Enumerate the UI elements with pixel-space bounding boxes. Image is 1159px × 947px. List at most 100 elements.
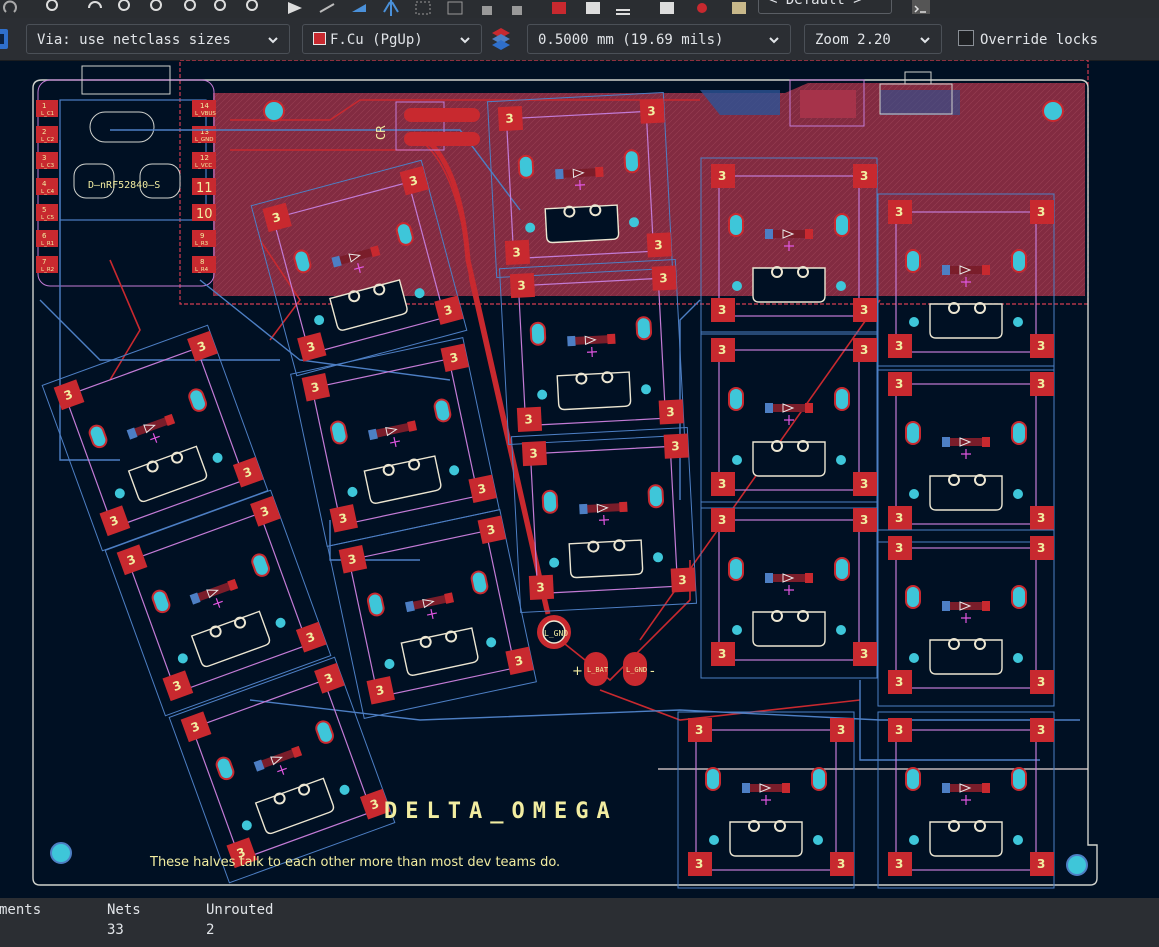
switch-pad-label: 3 xyxy=(718,303,726,317)
switch-pad-label: 3 xyxy=(895,205,903,219)
batt-neg-net: L_GND xyxy=(626,666,647,674)
lock-icon[interactable] xyxy=(478,0,496,16)
diode-pad xyxy=(555,168,564,180)
ungroup-icon[interactable] xyxy=(446,0,464,16)
layer-color-swatch xyxy=(313,32,326,45)
header-pin: 11 xyxy=(192,178,216,196)
key-switch[interactable]: 3333 xyxy=(510,426,698,614)
led-slot xyxy=(1011,421,1027,445)
key-switch[interactable]: 3333 xyxy=(877,711,1055,889)
key-switch[interactable]: 3333 xyxy=(677,711,855,889)
stabilizer-hole xyxy=(347,486,358,497)
board-tagline: These halves talk to each other more tha… xyxy=(149,855,560,870)
inspect-clearance-icon[interactable] xyxy=(584,0,602,16)
led-slot xyxy=(433,398,452,423)
track-width-value: 0.5000 mm (19.69 mils) xyxy=(538,32,724,48)
key-switch[interactable]: 3333 xyxy=(877,529,1055,707)
switch-pad-label: 3 xyxy=(1037,723,1045,737)
stabilizer-hole xyxy=(732,625,742,635)
pin-number: 13 xyxy=(200,128,209,136)
pin-number: 9 xyxy=(200,232,204,240)
list-icon[interactable] xyxy=(658,0,676,16)
key-switch[interactable]: 3333 xyxy=(700,331,878,509)
key-switch[interactable]: 3333 xyxy=(168,656,396,884)
diode-pad xyxy=(942,265,950,275)
led-slot xyxy=(517,154,535,179)
stabilizer-hole xyxy=(177,653,188,664)
pin-net-label: L_R1 xyxy=(41,241,54,247)
unrouted-header: Unrouted xyxy=(206,902,274,918)
key-switch[interactable]: 3333 xyxy=(41,324,269,552)
diode xyxy=(946,602,986,610)
pcb-view[interactable]: D—nRF52840—S 1L_C12L_C23L_C34L_C45L_C56L… xyxy=(0,59,1159,898)
zoom-in-icon[interactable] xyxy=(116,0,134,16)
switch-pad-label: 3 xyxy=(1037,511,1045,525)
undo-icon[interactable] xyxy=(2,0,20,16)
battery-pads[interactable]: + - L_BAT L_GND xyxy=(572,652,655,686)
pin-net-label: L_C4 xyxy=(41,189,55,195)
stabilizer-hole xyxy=(314,315,325,326)
pin-number: 4 xyxy=(42,180,47,188)
led-slot xyxy=(315,720,334,744)
search-icon[interactable] xyxy=(44,0,62,16)
diode xyxy=(409,594,450,611)
zoom-fit-icon[interactable] xyxy=(182,0,200,16)
switch-pad-label: 3 xyxy=(860,647,868,661)
group-icon[interactable] xyxy=(414,0,432,16)
gnd-pad[interactable]: L_GND xyxy=(537,615,571,649)
mounting-hole xyxy=(1066,854,1088,876)
zoom-out-icon[interactable] xyxy=(148,0,166,16)
zoom-objects-icon[interactable] xyxy=(212,0,230,16)
layer-stack-icon[interactable] xyxy=(490,26,512,52)
switch-pad-label: 3 xyxy=(678,573,687,587)
refresh-icon[interactable] xyxy=(86,0,104,16)
switch-pad-label: 3 xyxy=(895,675,903,689)
mirror-icon[interactable] xyxy=(382,0,400,16)
drc-icon[interactable] xyxy=(550,0,568,16)
zoom-selection-icon[interactable] xyxy=(244,0,262,16)
key-switch[interactable]: 3333 xyxy=(700,501,878,679)
pin-number: 11 xyxy=(196,181,213,196)
switch-pad-label: 3 xyxy=(1037,205,1045,219)
switch-center-mark xyxy=(784,585,794,595)
view-preset-dropdown[interactable]: < Default > xyxy=(758,0,892,14)
unrouted-value: 2 xyxy=(206,922,215,938)
pin-net-label: L_R4 xyxy=(195,267,209,273)
diode-pad xyxy=(765,573,773,583)
layer-select[interactable]: F.Cu (PgUp) xyxy=(302,24,482,54)
stabilizer-hole xyxy=(909,317,919,327)
pin-net-label: L_GND xyxy=(195,137,213,143)
diode xyxy=(946,438,986,446)
stabilizer-hole xyxy=(241,820,252,831)
mounting-hole xyxy=(1042,100,1064,122)
plugin-icon[interactable] xyxy=(730,0,748,16)
checklist-icon[interactable] xyxy=(690,0,708,16)
pin-net-label: L_R3 xyxy=(195,241,209,247)
diode-pad xyxy=(982,437,990,447)
rotate-cw-icon[interactable] xyxy=(350,0,368,16)
led-slot xyxy=(834,213,850,237)
pin-net-label: L_VBUS xyxy=(195,111,216,117)
layer-pair-icon[interactable] xyxy=(0,28,10,50)
flip-board-icon[interactable] xyxy=(286,0,304,16)
track-width-select[interactable]: 0.5000 mm (19.69 mils) xyxy=(527,24,791,54)
rotate-ccw-icon[interactable] xyxy=(318,0,336,16)
key-switch[interactable]: 3333 xyxy=(327,509,537,719)
pcb-canvas[interactable]: D—nRF52840—S 1 L_C1 2 L_C2 3 L_C3 4 L_C4 5 L_C5 6 L… xyxy=(0,59,1159,898)
key-switch[interactable]: 3333 xyxy=(877,365,1055,543)
switch-pad-label: 3 xyxy=(718,513,726,527)
stabilizer-hole xyxy=(339,784,350,795)
zoom-select[interactable]: Zoom 2.20 xyxy=(804,24,942,54)
unlock-icon[interactable] xyxy=(508,0,526,16)
diode-pad xyxy=(742,783,750,793)
checkbox-box[interactable] xyxy=(958,30,974,46)
pin-number: 8 xyxy=(200,258,204,266)
stabilizer-hole xyxy=(549,557,560,568)
board-setup-icon[interactable] xyxy=(614,0,632,16)
mcu-module[interactable]: D—nRF52840—S xyxy=(37,65,215,287)
zoom-value: Zoom 2.20 xyxy=(815,32,891,48)
key-switch[interactable]: 3333 xyxy=(104,489,332,717)
scripting-console-icon[interactable] xyxy=(912,0,930,16)
via-size-select[interactable]: Via: use netclass sizes xyxy=(26,24,290,54)
override-locks-checkbox[interactable]: Override locks xyxy=(958,30,1098,48)
